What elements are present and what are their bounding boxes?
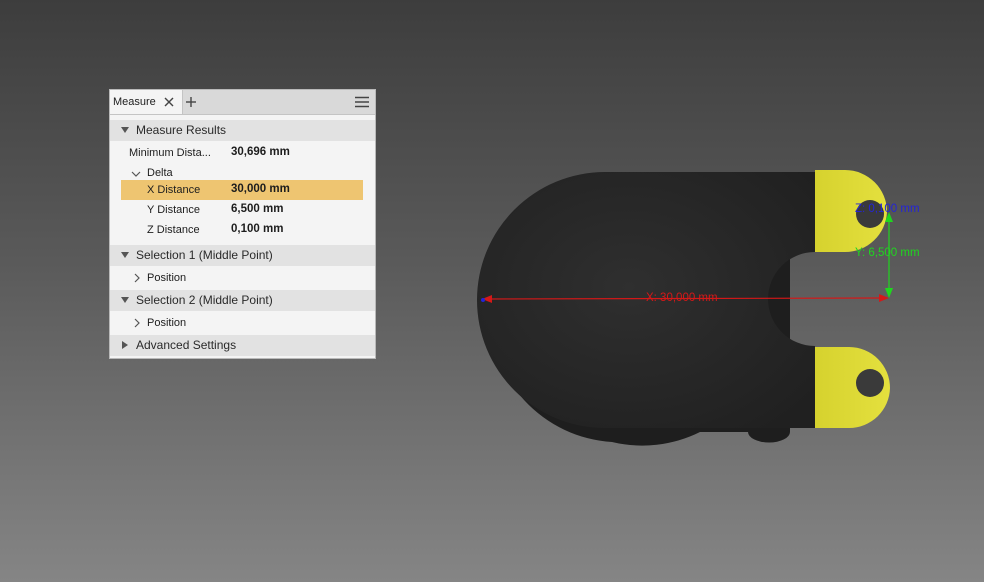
measure-results-title: Measure Results bbox=[136, 123, 227, 137]
advanced-settings-title: Advanced Settings bbox=[136, 338, 237, 352]
add-tab-icon[interactable] bbox=[184, 95, 198, 109]
selection-2-position-label: Position bbox=[147, 317, 187, 329]
tab-measure[interactable]: Measure bbox=[110, 90, 183, 114]
minimum-distance-label: Minimum Dista... bbox=[129, 147, 211, 159]
tab-measure-label: Measure bbox=[113, 96, 156, 108]
z-distance-label: Z Distance bbox=[147, 224, 200, 236]
z-dimension-label: Z: 0,100 mm bbox=[855, 203, 920, 215]
chevron-right-icon bbox=[134, 273, 140, 283]
delta-label: Delta bbox=[147, 167, 173, 179]
expanded-triangle-icon bbox=[121, 297, 129, 303]
close-icon[interactable] bbox=[162, 95, 176, 109]
z-distance-value: 0,100 mm bbox=[231, 223, 284, 235]
selection-1-position-label: Position bbox=[147, 272, 187, 284]
y-dimension-label: Y: 6,500 mm bbox=[855, 247, 920, 259]
y-distance-value: 6,500 mm bbox=[231, 203, 284, 215]
y-distance-row[interactable]: Y Distance 6,500 mm bbox=[121, 200, 363, 220]
lower-tab-face[interactable] bbox=[815, 347, 890, 428]
selection-2-header[interactable]: Selection 2 (Middle Point) bbox=[110, 290, 375, 311]
hamburger-menu-icon[interactable] bbox=[354, 95, 370, 109]
collapsed-triangle-icon bbox=[122, 341, 128, 349]
lower-tab-hole bbox=[856, 369, 884, 397]
x-distance-row[interactable]: X Distance 30,000 mm bbox=[121, 180, 363, 200]
advanced-settings-header[interactable]: Advanced Settings bbox=[110, 335, 375, 356]
selection-2-title: Selection 2 (Middle Point) bbox=[136, 293, 273, 307]
y-distance-label: Y Distance bbox=[147, 204, 200, 216]
panel-tab-bar: Measure bbox=[110, 90, 375, 115]
selection-1-header[interactable]: Selection 1 (Middle Point) bbox=[110, 245, 375, 266]
x-distance-label: X Distance bbox=[147, 184, 201, 196]
minimum-distance-row[interactable]: Minimum Dista... 30,696 mm bbox=[110, 143, 375, 163]
expanded-triangle-icon bbox=[121, 252, 129, 258]
chevron-down-icon bbox=[131, 171, 141, 177]
x-distance-value: 30,000 mm bbox=[231, 183, 290, 195]
minimum-distance-value: 30,696 mm bbox=[231, 146, 290, 158]
selection-1-position-row[interactable]: Position bbox=[110, 268, 375, 288]
selection-2-position-row[interactable]: Position bbox=[110, 313, 375, 333]
selection-1-title: Selection 1 (Middle Point) bbox=[136, 248, 273, 262]
expanded-triangle-icon bbox=[121, 127, 129, 133]
measure-panel: Measure Measure Results Minimum Dista...… bbox=[109, 89, 376, 359]
x-dimension-label: X: 30,000 mm bbox=[646, 292, 718, 304]
chevron-right-icon bbox=[134, 318, 140, 328]
measure-results-header[interactable]: Measure Results bbox=[110, 120, 375, 141]
z-distance-row[interactable]: Z Distance 0,100 mm bbox=[121, 220, 363, 240]
